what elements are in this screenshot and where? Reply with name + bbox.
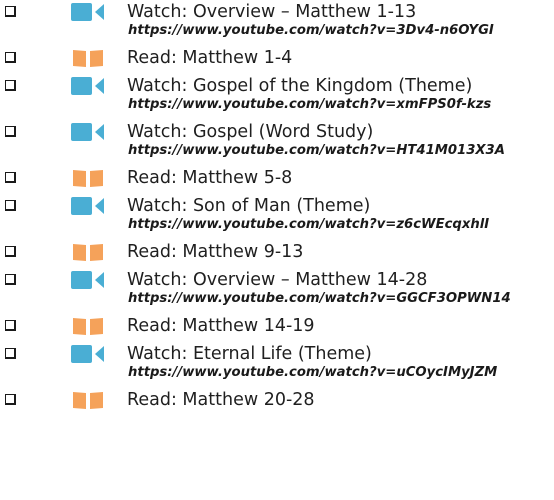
item-title: Watch: Son of Man (Theme) <box>127 196 371 216</box>
list-item: Read: Matthew 1-4 <box>0 46 554 74</box>
item-title: Watch: Overview – Matthew 14-28 <box>127 270 428 290</box>
item-title: Watch: Overview – Matthew 1-13 <box>127 2 417 22</box>
list-item: Watch: Eternal Life (Theme) https://www.… <box>0 342 554 388</box>
video-camera-icon <box>71 77 104 95</box>
item-title: Watch: Gospel (Word Study) <box>127 122 374 142</box>
list-item: Read: Matthew 5-8 <box>0 166 554 194</box>
item-title: Read: Matthew 14-19 <box>127 316 315 336</box>
checkbox[interactable] <box>5 246 16 257</box>
video-camera-icon <box>71 197 104 215</box>
item-title: Watch: Eternal Life (Theme) <box>127 344 372 364</box>
item-title: Watch: Gospel of the Kingdom (Theme) <box>127 76 473 96</box>
video-link[interactable]: https://www.youtube.com/watch?v=GGCF3OPW… <box>128 290 511 308</box>
checkbox[interactable] <box>5 394 16 405</box>
item-title: Read: Matthew 5-8 <box>127 168 293 188</box>
list-item: Watch: Overview – Matthew 1-13 https://w… <box>0 0 554 46</box>
checkbox[interactable] <box>5 6 16 17</box>
video-camera-icon <box>71 271 104 289</box>
checkbox[interactable] <box>5 52 16 63</box>
checkbox[interactable] <box>5 80 16 91</box>
list-item: Read: Matthew 9-13 <box>0 240 554 268</box>
video-camera-icon <box>71 3 104 21</box>
item-title: Read: Matthew 1-4 <box>127 48 293 68</box>
list-item: Watch: Gospel of the Kingdom (Theme) htt… <box>0 74 554 120</box>
list-item: Read: Matthew 14-19 <box>0 314 554 342</box>
video-link[interactable]: https://www.youtube.com/watch?v=xmFPS0f-… <box>128 96 491 114</box>
open-book-icon <box>73 244 103 261</box>
video-link[interactable]: https://www.youtube.com/watch?v=3Dv4-n6O… <box>128 22 494 40</box>
open-book-icon <box>73 318 103 335</box>
open-book-icon <box>73 50 103 67</box>
video-camera-icon <box>71 123 104 141</box>
open-book-icon <box>73 170 103 187</box>
open-book-icon <box>73 392 103 409</box>
list-item: Read: Matthew 20-28 <box>0 388 554 416</box>
video-link[interactable]: https://www.youtube.com/watch?v=HT41M013… <box>128 142 505 160</box>
checkbox[interactable] <box>5 274 16 285</box>
list-item: Watch: Overview – Matthew 14-28 https://… <box>0 268 554 314</box>
video-camera-icon <box>71 345 104 363</box>
checkbox[interactable] <box>5 172 16 183</box>
checkbox[interactable] <box>5 348 16 359</box>
list-item: Watch: Gospel (Word Study) https://www.y… <box>0 120 554 166</box>
checkbox[interactable] <box>5 126 16 137</box>
item-title: Read: Matthew 20-28 <box>127 390 315 410</box>
checkbox[interactable] <box>5 320 16 331</box>
video-link[interactable]: https://www.youtube.com/watch?v=z6cWEcqx… <box>128 216 489 234</box>
video-link[interactable]: https://www.youtube.com/watch?v=uCOycIMy… <box>128 364 497 382</box>
list-item: Watch: Son of Man (Theme) https://www.yo… <box>0 194 554 240</box>
reading-checklist: Watch: Overview – Matthew 1-13 https://w… <box>0 0 554 416</box>
item-title: Read: Matthew 9-13 <box>127 242 304 262</box>
checkbox[interactable] <box>5 200 16 211</box>
